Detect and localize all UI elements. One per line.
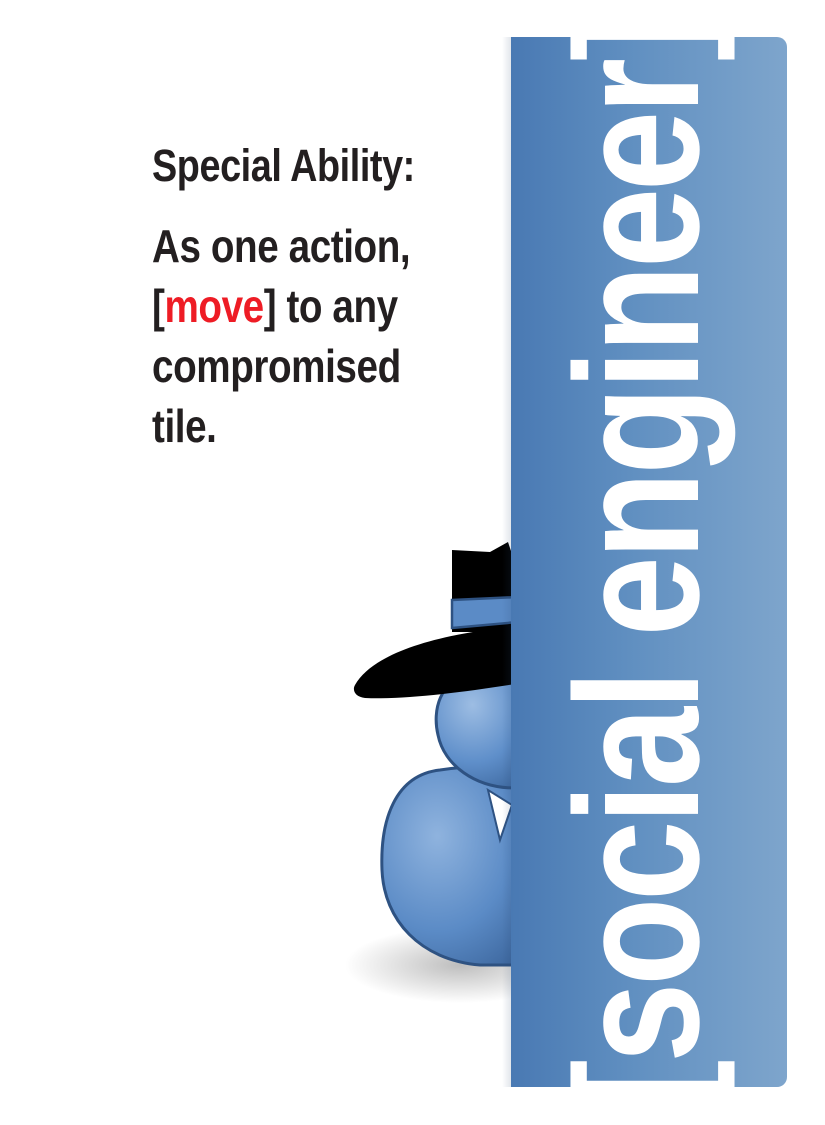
bracket-open: [	[152, 280, 165, 332]
bracket-close-text: ] to any	[263, 280, 398, 332]
special-ability-block: Special Ability: As one action, [move] t…	[152, 138, 438, 456]
player-role-card: Special Ability: As one action, [move] t…	[0, 0, 825, 1125]
move-keyword: move	[164, 280, 264, 332]
special-ability-text: As one action, [move] to any compromised…	[152, 216, 438, 456]
special-ability-heading: Special Ability:	[152, 140, 415, 191]
ability-line-1: As one action,	[152, 220, 411, 272]
role-title: [social engineer]	[540, 16, 736, 1108]
ability-line-4: tile.	[152, 400, 217, 452]
ability-line-3: compromised	[152, 340, 401, 392]
ability-line-2: [move] to any	[152, 276, 438, 336]
